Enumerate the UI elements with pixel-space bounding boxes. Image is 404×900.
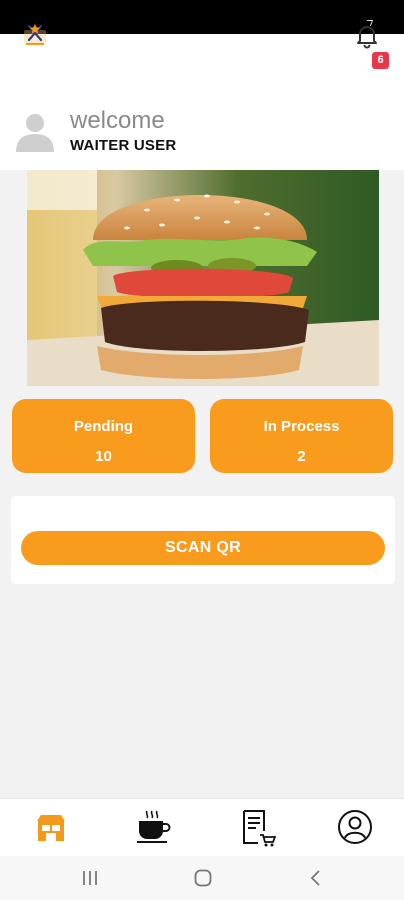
pending-orders-card[interactable]: Pending 10 bbox=[12, 399, 195, 473]
welcome-text: welcome bbox=[70, 107, 165, 134]
profile-icon[interactable] bbox=[335, 807, 375, 847]
pending-label: Pending bbox=[73, 418, 134, 435]
scan-qr-button[interactable]: SCAN QR bbox=[21, 531, 385, 565]
status-bar bbox=[0, 0, 404, 34]
bottom-tab-bar bbox=[0, 798, 404, 857]
notification-bell-icon[interactable] bbox=[352, 20, 382, 50]
avatar bbox=[16, 114, 54, 152]
system-navigation-bar bbox=[0, 856, 404, 900]
user-name: WAITER USER bbox=[70, 137, 177, 154]
recent-apps-icon[interactable] bbox=[80, 868, 100, 888]
pending-count: 10 bbox=[95, 448, 112, 465]
in-process-count: 2 bbox=[297, 448, 306, 465]
order-list-icon[interactable] bbox=[236, 807, 276, 847]
store-icon[interactable] bbox=[31, 807, 71, 847]
notification-badge: 6 bbox=[372, 52, 389, 69]
app-header bbox=[0, 34, 404, 170]
in-process-label: In Process bbox=[263, 418, 340, 435]
back-icon[interactable] bbox=[306, 868, 326, 888]
restaurant-logo-icon bbox=[24, 24, 46, 45]
coffee-cup-icon[interactable] bbox=[133, 807, 173, 847]
home-icon[interactable] bbox=[193, 868, 213, 888]
burger-banner-image bbox=[27, 170, 379, 386]
in-process-orders-card[interactable]: In Process 2 bbox=[210, 399, 393, 473]
